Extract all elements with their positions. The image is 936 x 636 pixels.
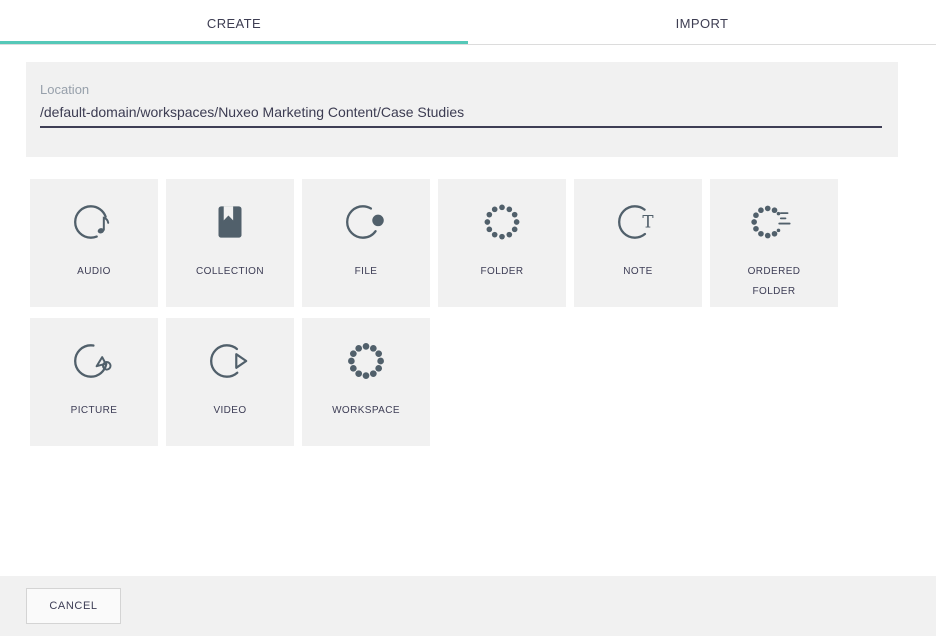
note-icon: T [615,199,661,245]
doc-type-tile-collection[interactable]: COLLECTION [166,179,294,307]
workspace-icon [343,338,389,384]
doc-type-label: AUDIO [77,262,111,282]
doc-type-label: FOLDER [481,262,524,282]
doc-type-tile-video[interactable]: VIDEO [166,318,294,446]
doc-type-tile-file[interactable]: FILE [302,179,430,307]
picture-icon [71,338,117,384]
doc-type-tile-picture[interactable]: PICTURE [30,318,158,446]
folder-icon [479,199,525,245]
video-icon [207,338,253,384]
location-panel: Location /default-domain/workspaces/Nuxe… [26,62,898,157]
footer-bar: CANCEL [0,576,936,636]
file-icon [343,199,389,245]
tab-create[interactable]: CREATE [0,0,468,44]
ordered-folder-icon [751,199,797,245]
doc-type-label: PICTURE [71,401,118,421]
cancel-button[interactable]: CANCEL [26,588,121,624]
collection-icon [207,199,253,245]
doc-type-tile-ordered-folder[interactable]: ORDERED FOLDER [710,179,838,307]
doc-type-tile-workspace[interactable]: WORKSPACE [302,318,430,446]
doc-type-label: NOTE [623,262,652,282]
doc-type-label: WORKSPACE [332,401,400,421]
doc-type-tile-note[interactable]: T NOTE [574,179,702,307]
doc-type-label: FILE [355,262,378,282]
create-import-tabbar: CREATE IMPORT [0,0,936,45]
doc-type-grid: AUDIO COLLECTION FILE FOLDER T NOTE [30,179,906,446]
doc-type-label: ORDERED FOLDER [732,262,816,302]
doc-type-label: VIDEO [213,401,246,421]
audio-icon [71,199,117,245]
tab-import[interactable]: IMPORT [468,0,936,44]
doc-type-tile-audio[interactable]: AUDIO [30,179,158,307]
location-label: Location [40,82,882,97]
location-input[interactable]: /default-domain/workspaces/Nuxeo Marketi… [40,104,882,128]
doc-type-tile-folder[interactable]: FOLDER [438,179,566,307]
doc-type-label: COLLECTION [196,262,264,282]
svg-text:T: T [642,212,653,232]
